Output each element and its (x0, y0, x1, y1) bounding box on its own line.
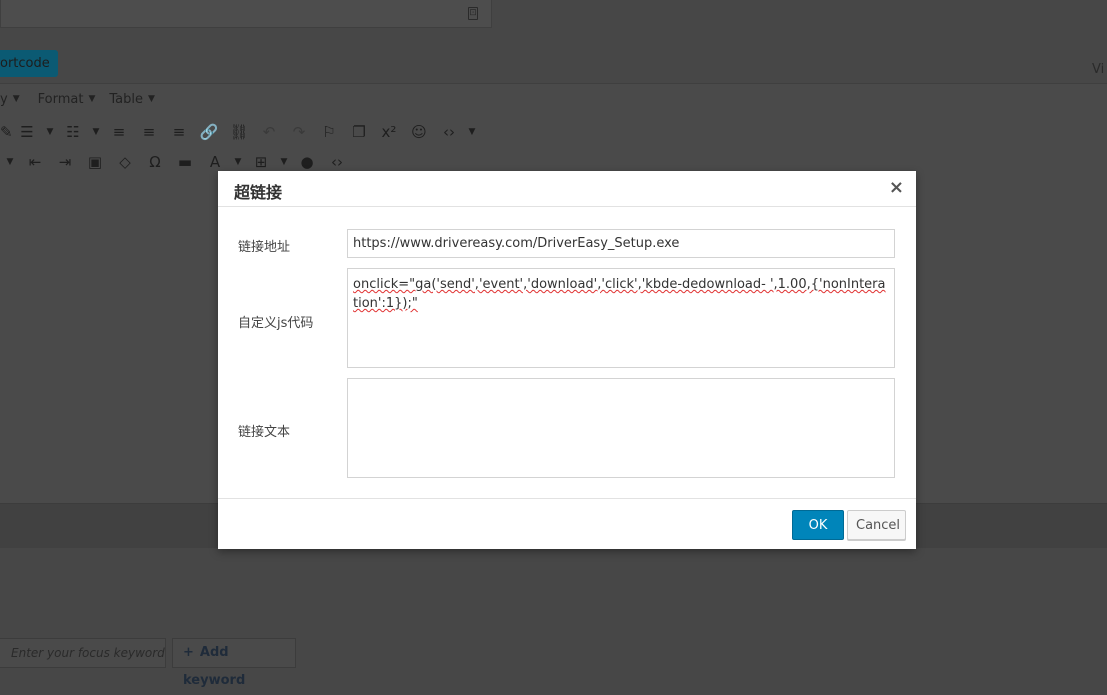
strikethrough-icon[interactable]: ✎ (0, 123, 13, 141)
superscript-icon[interactable]: x² (374, 123, 404, 141)
js-code-label: 自定义js代码 (238, 316, 314, 331)
lock-icon: ⊡ (468, 7, 478, 20)
menu-format[interactable]: Format ▼ (38, 88, 96, 110)
unlink-icon[interactable]: ⛓ (224, 123, 254, 141)
chevron-down-icon: ▼ (88, 94, 96, 104)
chevron-down-icon[interactable]: ▼ (88, 127, 104, 137)
bookmark-icon[interactable]: ⚐ (314, 123, 344, 141)
add-keyword-button[interactable]: + Add keyword (172, 638, 296, 688)
url-label: 链接地址 (238, 240, 291, 255)
menu-table[interactable]: Table ▼ (109, 88, 155, 110)
align-center-icon[interactable]: ≡ (134, 123, 164, 141)
dialog-title: 超链接 (234, 183, 283, 202)
chevron-down-icon[interactable]: ▼ (230, 157, 246, 167)
chevron-down-icon: ▼ (147, 94, 155, 104)
menu-format-label: Format (37, 91, 84, 107)
eraser-icon[interactable]: ◇ (110, 153, 140, 171)
ok-button[interactable]: OK (792, 510, 844, 540)
source-code-icon[interactable]: ‹› (322, 153, 352, 171)
align-left-icon[interactable]: ≡ (104, 123, 134, 141)
dialog-footer: OK Cancel (218, 498, 916, 549)
close-icon[interactable]: × (889, 178, 904, 198)
omega-icon[interactable]: Ω (140, 153, 170, 171)
editor-toolbar-1: ✎ ☰ ▼ ☷ ▼ ≡ ≡ ≡ 🔗 ⛓ ↶ ↷ ⚐ ❐ x² ☺ ‹› ▼ (0, 120, 480, 144)
redo-icon[interactable]: ↷ (284, 123, 314, 141)
menu-view[interactable]: y ▼ (0, 88, 20, 110)
copy-icon[interactable]: ❐ (344, 123, 374, 141)
dialog-header: 超链接 × (218, 171, 916, 207)
chevron-down-icon[interactable]: ▼ (0, 157, 20, 167)
code-icon[interactable]: ‹› (434, 123, 464, 141)
cancel-button[interactable]: Cancel (847, 510, 906, 540)
url-field[interactable]: https://www.drivereasy.com/DriverEasy_Se… (347, 229, 895, 258)
chevron-down-icon[interactable]: ▼ (464, 127, 480, 137)
chevron-down-icon: ▼ (12, 94, 20, 104)
align-right-icon[interactable]: ≡ (164, 123, 194, 141)
indent-icon[interactable]: ⇥ (50, 153, 80, 171)
outdent-icon[interactable]: ⇤ (20, 153, 50, 171)
chevron-down-icon[interactable]: ▼ (42, 127, 58, 137)
link-text-label: 链接文本 (238, 425, 291, 440)
text-color-icon[interactable]: A (200, 153, 230, 171)
chevron-down-icon[interactable]: ▼ (276, 157, 292, 167)
plus-icon: + (183, 645, 194, 660)
js-code-value: onclick="ga('send','event','download','c… (353, 277, 886, 311)
shortcode-button[interactable]: ortcode (0, 50, 58, 77)
numbered-list-icon[interactable]: ☷ (58, 123, 88, 141)
help-icon[interactable]: ● (292, 153, 322, 171)
menu-view-label: y (0, 91, 8, 107)
paste-text-icon[interactable]: ▣ (80, 153, 110, 171)
table-icon[interactable]: ⊞ (246, 153, 276, 171)
emoticon-icon[interactable]: ☺ (404, 123, 434, 141)
undo-icon[interactable]: ↶ (254, 123, 284, 141)
js-code-field[interactable]: onclick="ga('send','event','download','c… (347, 268, 895, 368)
tab-visual[interactable]: Vi (1092, 62, 1104, 77)
hyperlink-dialog: 超链接 × 链接地址 https://www.drivereasy.com/Dr… (218, 171, 916, 549)
menu-table-label: Table (109, 91, 143, 107)
title-input-bar: ⊡ (0, 0, 492, 28)
link-icon[interactable]: 🔗 (194, 123, 224, 141)
link-text-field[interactable] (347, 378, 895, 478)
editor-menubar: y ▼ Format ▼ Table ▼ (0, 88, 155, 110)
focus-keyword-input[interactable]: Enter your focus keyword (0, 638, 166, 668)
bullet-list-icon[interactable]: ☰ (12, 123, 42, 141)
horizontal-rule-icon[interactable]: ▬ (170, 153, 200, 171)
